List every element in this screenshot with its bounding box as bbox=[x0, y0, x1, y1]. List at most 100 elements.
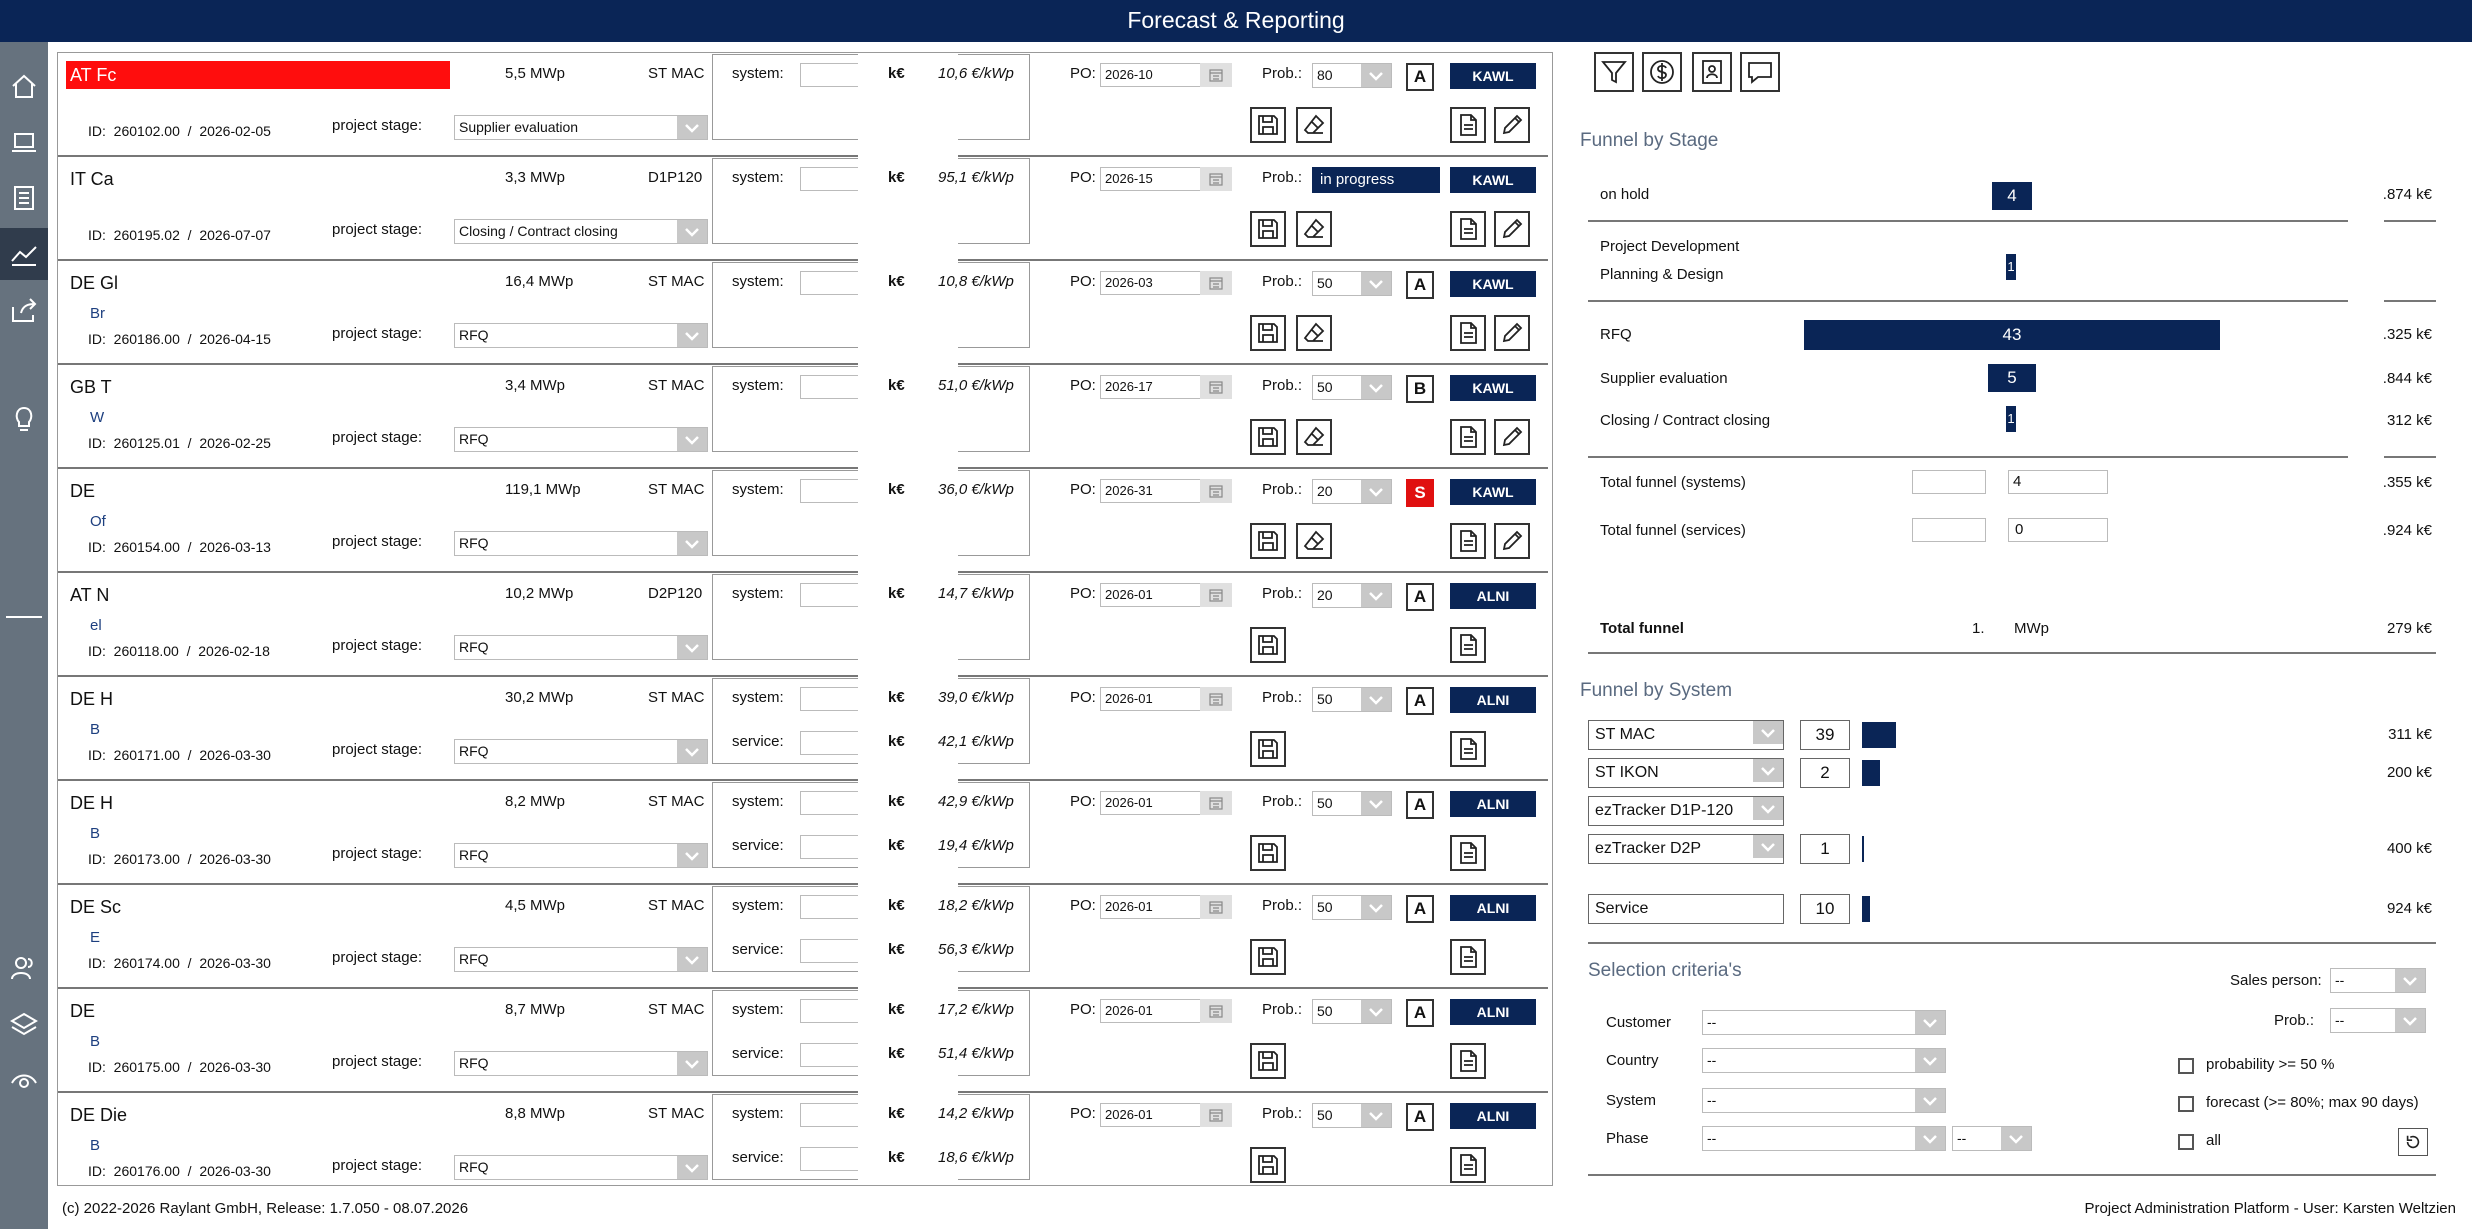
stage-select[interactable]: RFQ bbox=[454, 635, 708, 660]
project-name[interactable]: DE Die bbox=[66, 1101, 450, 1129]
save-icon[interactable] bbox=[1250, 523, 1286, 559]
prob-filter-select[interactable]: -- bbox=[2330, 1008, 2426, 1033]
project-name[interactable]: AT N bbox=[66, 581, 450, 609]
table-row[interactable]: AT N el ID: 260118.00 / 2026-02-18 10,2 MWp… bbox=[58, 573, 1548, 677]
table-row[interactable]: DE B ID: 260175.00 / 2026-03-30 8,7 MWp ST M… bbox=[58, 989, 1548, 1093]
project-name[interactable]: IT Ca bbox=[66, 165, 450, 193]
layers-icon[interactable] bbox=[0, 998, 48, 1050]
p50-checkbox[interactable] bbox=[2178, 1058, 2194, 1074]
project-name[interactable]: DE Sc bbox=[66, 893, 450, 921]
home-icon[interactable] bbox=[0, 60, 48, 112]
table-row[interactable]: DE H B ID: 260173.00 / 2026-03-30 8,2 MWp ST… bbox=[58, 781, 1548, 885]
share-icon[interactable] bbox=[0, 284, 48, 336]
reset-icon[interactable] bbox=[2398, 1128, 2428, 1156]
document-icon[interactable] bbox=[1450, 107, 1486, 143]
eraser-icon[interactable] bbox=[1296, 315, 1332, 351]
phase-select[interactable]: -- bbox=[1702, 1126, 1946, 1151]
document-icon[interactable] bbox=[1450, 627, 1486, 663]
table-row[interactable]: AT Fc ID: 260102.00 / 2026-02-05 5,5 MWp ST… bbox=[58, 53, 1548, 157]
sales-person-select[interactable]: -- bbox=[2330, 968, 2426, 993]
table-row[interactable]: IT Ca ID: 260195.02 / 2026-07-07 3,3 MWp D1… bbox=[58, 157, 1548, 261]
project-name[interactable]: DE H bbox=[66, 789, 450, 817]
project-name[interactable]: AT Fc bbox=[66, 61, 450, 89]
prob-select[interactable]: 20 bbox=[1312, 479, 1392, 504]
owner-badge[interactable]: ALNI bbox=[1450, 583, 1536, 609]
document-icon[interactable] bbox=[1450, 1147, 1486, 1183]
document-icon[interactable] bbox=[1450, 419, 1486, 455]
system-filter-select[interactable]: -- bbox=[1702, 1088, 1946, 1113]
document-icon[interactable] bbox=[1450, 939, 1486, 975]
grade-badge[interactable]: A bbox=[1406, 63, 1434, 91]
notebook-icon[interactable] bbox=[0, 172, 48, 224]
edit-icon[interactable] bbox=[1494, 211, 1530, 247]
prob-select[interactable]: 50 bbox=[1312, 999, 1392, 1024]
prob-select[interactable]: 50 bbox=[1312, 895, 1392, 920]
table-row[interactable]: DE H B ID: 260171.00 / 2026-03-30 30,2 MWp S… bbox=[58, 677, 1548, 781]
grade-badge[interactable]: A bbox=[1406, 687, 1434, 715]
project-name[interactable]: DE Gl bbox=[66, 269, 450, 297]
system-select[interactable]: ST IKON bbox=[1588, 758, 1784, 788]
document-icon[interactable] bbox=[1450, 523, 1486, 559]
chart-trend-icon[interactable] bbox=[0, 228, 48, 280]
grade-badge[interactable]: B bbox=[1406, 375, 1434, 403]
document-icon[interactable] bbox=[1450, 1043, 1486, 1079]
save-icon[interactable] bbox=[1250, 835, 1286, 871]
table-row[interactable]: DE Sc E ID: 260174.00 / 2026-03-30 4,5 MWp S… bbox=[58, 885, 1548, 989]
prob-select[interactable]: 20 bbox=[1312, 583, 1392, 608]
save-icon[interactable] bbox=[1250, 419, 1286, 455]
owner-badge[interactable]: KAWL bbox=[1450, 375, 1536, 401]
stage-select[interactable]: Supplier evaluation bbox=[454, 115, 708, 140]
project-name[interactable]: DE H bbox=[66, 685, 450, 713]
contact-book-icon[interactable] bbox=[1692, 52, 1732, 92]
owner-badge[interactable]: KAWL bbox=[1450, 271, 1536, 297]
edit-icon[interactable] bbox=[1494, 523, 1530, 559]
owner-badge[interactable]: KAWL bbox=[1450, 167, 1536, 193]
prob-select[interactable]: 50 bbox=[1312, 687, 1392, 712]
grade-badge[interactable]: A bbox=[1406, 271, 1434, 299]
laptop-icon[interactable] bbox=[0, 116, 48, 168]
lightbulb-icon[interactable] bbox=[0, 392, 48, 444]
owner-badge[interactable]: KAWL bbox=[1450, 63, 1536, 89]
table-row[interactable]: GB T W ID: 260125.01 / 2026-02-25 3,4 MWp ST… bbox=[58, 365, 1548, 469]
owner-badge[interactable]: ALNI bbox=[1450, 999, 1536, 1025]
dollar-icon[interactable] bbox=[1642, 52, 1682, 92]
project-name[interactable]: DE bbox=[66, 477, 450, 505]
all-checkbox[interactable] bbox=[2178, 1134, 2194, 1150]
calendar-icon[interactable] bbox=[1200, 999, 1232, 1023]
prob-select[interactable]: 50 bbox=[1312, 1103, 1392, 1128]
edit-icon[interactable] bbox=[1494, 107, 1530, 143]
document-icon[interactable] bbox=[1450, 731, 1486, 767]
stage-select[interactable]: RFQ bbox=[454, 1155, 708, 1180]
system-select[interactable]: ezTracker D2P bbox=[1588, 834, 1784, 864]
stage-select[interactable]: RFQ bbox=[454, 323, 708, 348]
calendar-icon[interactable] bbox=[1200, 791, 1232, 815]
stage-select[interactable]: Closing / Contract closing bbox=[454, 219, 708, 244]
document-icon[interactable] bbox=[1450, 211, 1486, 247]
system-select[interactable]: ST MAC bbox=[1588, 720, 1784, 750]
prob-select[interactable]: 50 bbox=[1312, 271, 1392, 296]
prob-status[interactable]: in progress bbox=[1312, 167, 1440, 193]
save-icon[interactable] bbox=[1250, 939, 1286, 975]
save-icon[interactable] bbox=[1250, 107, 1286, 143]
owner-badge[interactable]: ALNI bbox=[1450, 791, 1536, 817]
eraser-icon[interactable] bbox=[1296, 523, 1332, 559]
eraser-icon[interactable] bbox=[1296, 211, 1332, 247]
project-name[interactable]: GB T bbox=[66, 373, 450, 401]
project-name[interactable]: DE bbox=[66, 997, 450, 1025]
grade-badge[interactable]: A bbox=[1406, 1103, 1434, 1131]
calendar-icon[interactable] bbox=[1200, 1103, 1232, 1127]
save-icon[interactable] bbox=[1250, 627, 1286, 663]
eraser-icon[interactable] bbox=[1296, 419, 1332, 455]
stage-select[interactable]: RFQ bbox=[454, 531, 708, 556]
stage-select[interactable]: RFQ bbox=[454, 843, 708, 868]
prob-select[interactable]: 50 bbox=[1312, 375, 1392, 400]
table-row[interactable]: DE Of ID: 260154.00 / 2026-03-13 119,1 MWp S… bbox=[58, 469, 1548, 573]
eraser-icon[interactable] bbox=[1296, 107, 1332, 143]
stage-select[interactable]: RFQ bbox=[454, 1051, 708, 1076]
stage-select[interactable]: RFQ bbox=[454, 427, 708, 452]
calendar-icon[interactable] bbox=[1200, 271, 1232, 295]
project-list[interactable]: AT Fc ID: 260102.00 / 2026-02-05 5,5 MWp ST… bbox=[57, 52, 1553, 1186]
save-icon[interactable] bbox=[1250, 1147, 1286, 1183]
grade-badge[interactable]: S bbox=[1406, 479, 1434, 507]
prob-select[interactable]: 80 bbox=[1312, 63, 1392, 88]
